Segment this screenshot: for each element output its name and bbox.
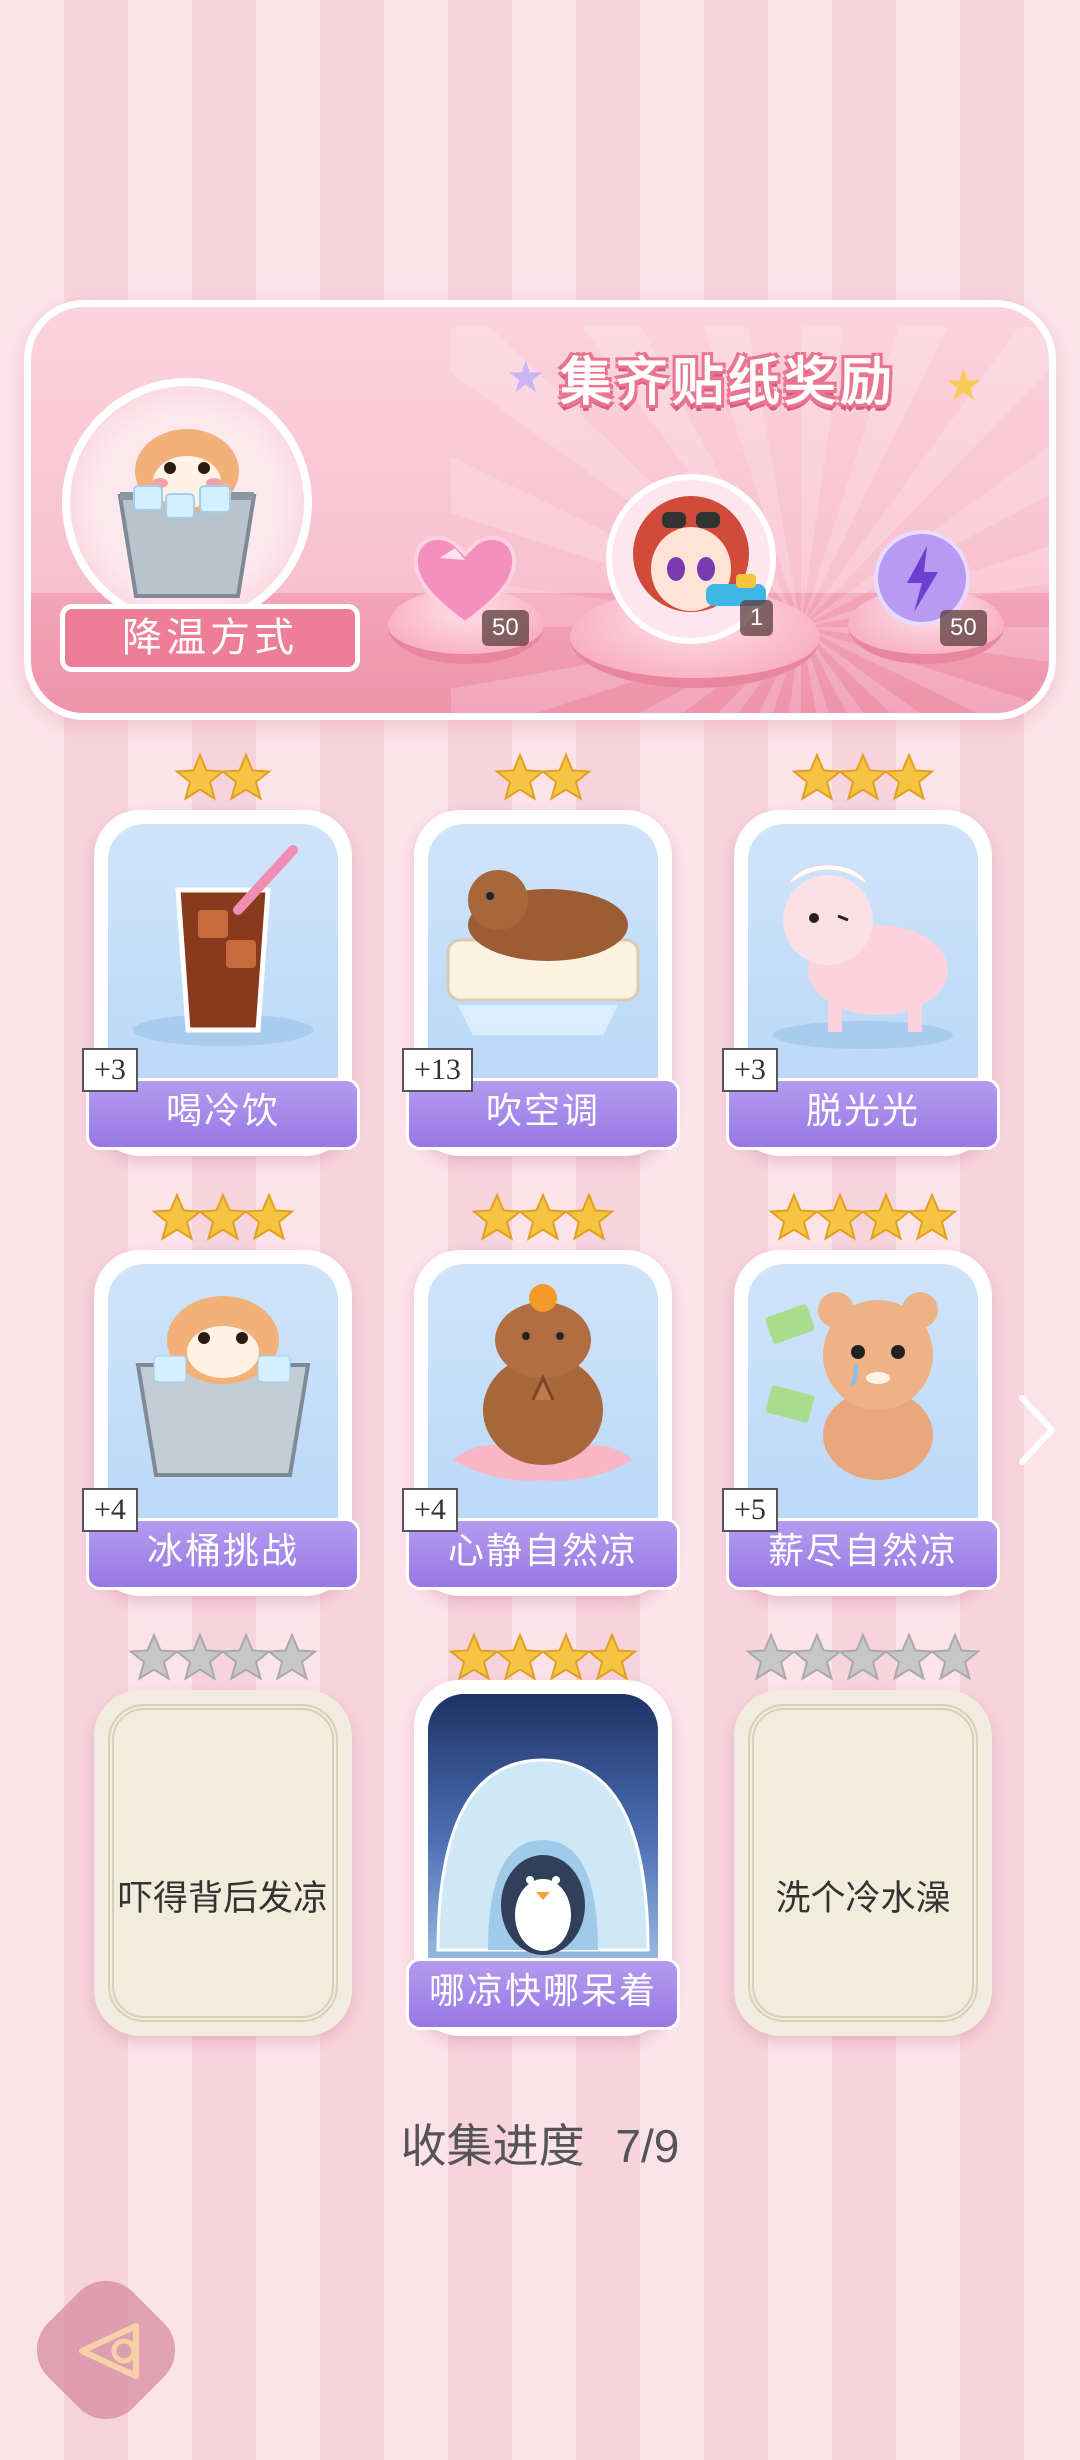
crying-bear-money-icon (748, 1270, 978, 1495)
meditating-capybara-icon (428, 1270, 658, 1495)
card-art-frame: 洗个冷水澡 (748, 1704, 978, 2022)
sticker-card[interactable]: 吹空调 +13 (402, 810, 680, 1156)
sticker-card[interactable]: 薪尽自然凉 +5 (722, 1250, 1000, 1596)
sticker-card[interactable]: 心静自然凉 +4 (402, 1250, 680, 1596)
card-stars (94, 752, 352, 804)
star-icon (128, 1632, 180, 1681)
card-bonus-badge: +3 (82, 1048, 138, 1092)
star-icon (174, 1632, 226, 1681)
sparkle-star-icon: ★ (944, 361, 984, 410)
card-bonus-badge: +4 (82, 1488, 138, 1532)
star-icon (586, 1632, 638, 1681)
star-icon (745, 1632, 797, 1681)
star-icon (448, 1632, 500, 1681)
star-icon (517, 1192, 569, 1241)
collection-progress: 收集进度 7/9 (0, 2110, 1080, 2176)
card-bonus-badge: +3 (722, 1048, 778, 1092)
sticker-card[interactable]: 吓得背后发凉 (94, 1690, 352, 2036)
star-icon (814, 1192, 866, 1241)
star-icon (174, 752, 226, 801)
sticker-card[interactable]: 哪凉快哪呆着 (406, 1680, 680, 2036)
sparkle-star-icon: ★ (506, 353, 546, 402)
reward-count: 50 (940, 610, 987, 646)
hamster-ice-bucket-icon (108, 1270, 338, 1495)
hamster-ice-bucket-icon (117, 429, 257, 598)
card-stars (414, 752, 672, 804)
card-stars (734, 752, 992, 804)
card-stars (734, 1192, 992, 1244)
reward-count: 1 (740, 600, 774, 636)
star-icon (791, 1632, 843, 1681)
star-icon (768, 1192, 820, 1241)
star-icon (860, 1192, 912, 1241)
star-icon (243, 1192, 295, 1241)
star-icon (220, 1632, 272, 1681)
star-icon (883, 752, 935, 801)
progress-label: 收集进度 (400, 2120, 585, 2172)
star-icon (563, 1192, 615, 1241)
capybara-air-conditioner-icon (428, 830, 658, 1055)
star-icon (540, 752, 592, 801)
locked-card-name: 洗个冷水澡 (775, 1879, 951, 1918)
star-icon (494, 1632, 546, 1681)
card-stars (734, 1632, 992, 1684)
card-bonus-badge: +4 (402, 1488, 458, 1532)
star-icon (151, 1192, 203, 1241)
card-art-frame: 吓得背后发凉 (108, 1704, 338, 2022)
cooling-method-button[interactable] (62, 378, 312, 628)
star-icon (906, 1192, 958, 1241)
sticker-card[interactable]: 冰桶挑战 +4 (82, 1250, 360, 1596)
star-icon (197, 1192, 249, 1241)
star-icon (837, 1632, 889, 1681)
locked-card-name: 吓得背后发凉 (117, 1879, 328, 1918)
card-bonus-badge: +5 (722, 1488, 778, 1532)
iced-drink-icon (108, 830, 338, 1055)
star-icon (791, 752, 843, 801)
progress-value: 7/9 (615, 2120, 680, 2172)
sticker-card[interactable]: 脱光光 +3 (722, 810, 1000, 1156)
star-icon (266, 1632, 318, 1681)
star-icon (929, 1632, 981, 1681)
star-icon (494, 752, 546, 801)
banner-title: 集齐贴纸奖励 (560, 354, 897, 412)
sticker-card[interactable]: 洗个冷水澡 (734, 1690, 992, 2036)
card-bonus-badge: +13 (402, 1048, 473, 1092)
card-stars (94, 1192, 352, 1244)
star-icon (883, 1632, 935, 1681)
shorn-sheep-icon (748, 830, 978, 1055)
star-icon (220, 752, 272, 801)
card-stars (414, 1192, 672, 1244)
cooling-method-label[interactable]: 降温方式 (60, 604, 360, 672)
card-name: 哪凉快哪呆着 (406, 1958, 680, 2030)
star-icon (471, 1192, 523, 1241)
back-arrow-icon (79, 2323, 139, 2379)
card-stars (414, 1632, 672, 1684)
reward-count: 50 (482, 610, 529, 646)
next-page-arrow-icon[interactable] (1012, 1390, 1062, 1470)
sticker-card[interactable]: 喝冷饮 +3 (82, 810, 360, 1156)
star-icon (837, 752, 889, 801)
star-icon (540, 1632, 592, 1681)
card-stars (94, 1632, 352, 1684)
